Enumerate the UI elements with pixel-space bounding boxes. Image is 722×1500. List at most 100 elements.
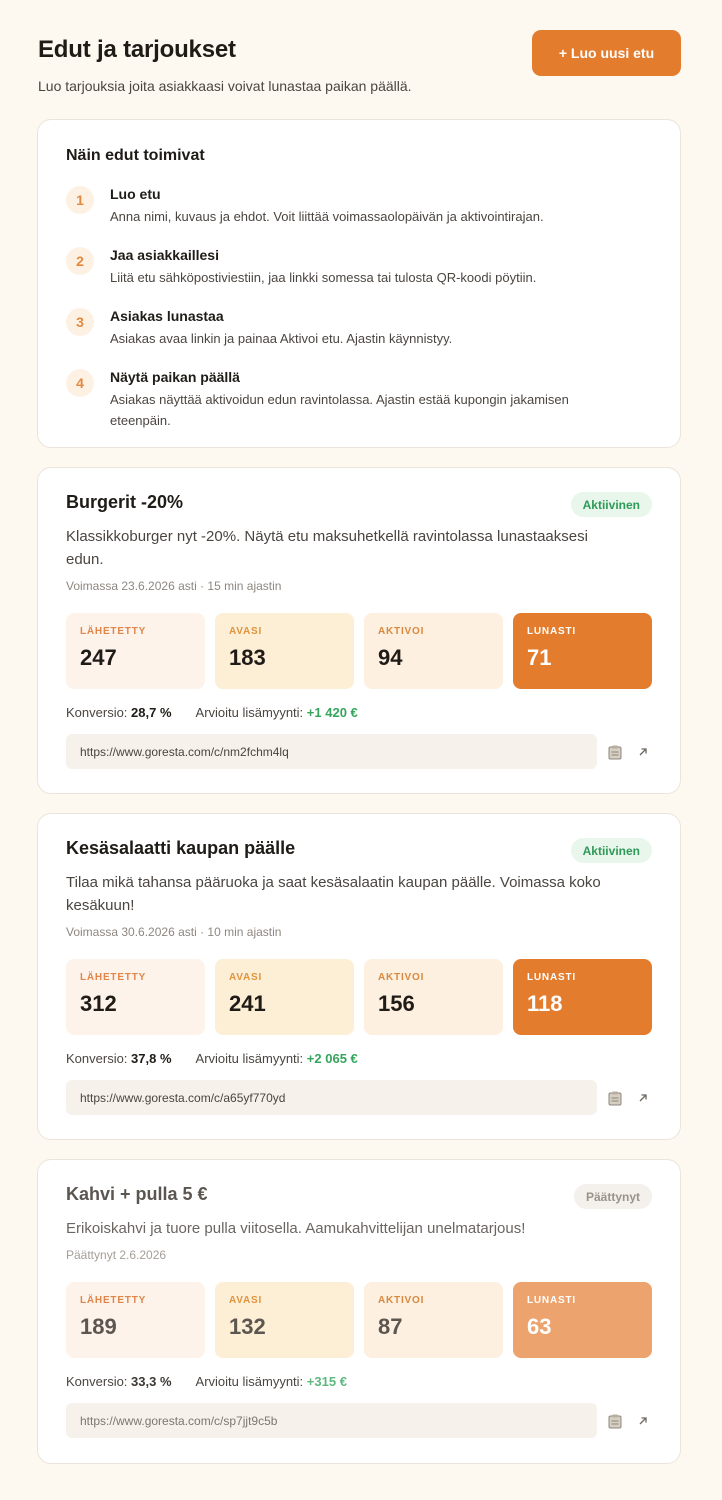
stat-label: AKTIVOI (378, 972, 425, 983)
how-it-works-title: Näin edut toimivat (66, 147, 205, 164)
stat-value: 183 (229, 645, 266, 670)
step-number: 2 (66, 247, 94, 275)
stat-redeemed: LUNASTI 71 (513, 613, 652, 689)
offer-link-field[interactable]: https://www.goresta.com/c/sp7jjt9c5b (66, 1403, 597, 1438)
offer-link-field[interactable]: https://www.goresta.com/c/nm2fchm4lq (66, 734, 597, 769)
stat-label: AKTIVOI (378, 1295, 425, 1306)
stat-label: LUNASTI (527, 972, 576, 983)
stat-sent: LÄHETETTY 312 (66, 959, 205, 1035)
offer-card: Kahvi + pulla 5 € Päättynyt Erikoiskahvi… (37, 1159, 681, 1464)
step-title: Jaa asiakkaillesi (110, 247, 219, 263)
offer-title: Kahvi + pulla 5 € (66, 1184, 208, 1204)
steps-list: 1 Luo etu Anna nimi, kuvaus ja ehdot. Vo… (66, 186, 652, 431)
stat-value: 247 (80, 645, 117, 670)
step-item: 1 Luo etu Anna nimi, kuvaus ja ehdot. Vo… (66, 186, 652, 227)
offer-link-row: https://www.goresta.com/c/nm2fchm4lq (66, 734, 652, 769)
offer-description: Klassikkoburger nyt -20%. Näytä etu maks… (66, 528, 588, 568)
stat-activated: AKTIVOI 156 (364, 959, 503, 1035)
offer-validity: Voimassa 30.6.2026 asti · 10 min ajastin (66, 925, 282, 939)
stat-value: 71 (527, 645, 552, 670)
offer-metrics: Konversio: 28,7 % Arvioitu lisämyynti: +… (66, 705, 652, 720)
offer-link-field[interactable]: https://www.goresta.com/c/a65yf770yd (66, 1080, 597, 1115)
stat-label: AKTIVOI (378, 626, 425, 637)
offer-metrics: Konversio: 37,8 % Arvioitu lisämyynti: +… (66, 1051, 652, 1066)
step-description: Anna nimi, kuvaus ja ehdot. Voit liittää… (110, 209, 544, 224)
stat-label: LUNASTI (527, 626, 576, 637)
offer-title: Kesäsalaatti kaupan päälle (66, 838, 296, 858)
page-subtitle: Luo tarjouksia joita asiakkaasi voivat l… (38, 78, 412, 94)
clipboard-icon[interactable] (607, 743, 625, 761)
offer-card: Kesäsalaatti kaupan päälle Aktiivinen Ti… (37, 813, 681, 1140)
stat-label: AVASI (229, 972, 263, 983)
page-header: Edut ja tarjoukset Luo tarjouksia joita … (38, 30, 681, 96)
offer-stats: LÄHETETTY 189 AVASI 132 AKTIVOI 87 LUNAS… (66, 1282, 652, 1358)
step-number: 3 (66, 308, 94, 336)
stat-label: LÄHETETTY (80, 972, 147, 983)
clipboard-icon[interactable] (607, 1089, 625, 1107)
external-link-icon[interactable] (634, 743, 652, 761)
step-title: Luo etu (110, 186, 161, 202)
uplift-metric: Arvioitu lisämyynti: +2 065 € (196, 1051, 358, 1066)
uplift-label: Arvioitu lisämyynti: (195, 705, 304, 720)
status-badge: Aktiivinen (570, 492, 652, 517)
offer-card: Burgerit -20% Aktiivinen Klassikkoburger… (37, 467, 681, 794)
stat-value: 156 (378, 991, 415, 1016)
step-item: 4 Näytä paikan päällä Asiakas näyttää ak… (66, 369, 652, 431)
step-item: 2 Jaa asiakkaillesi Liitä etu sähköposti… (66, 247, 652, 288)
uplift-label: Arvioitu lisämyynti: (195, 1374, 304, 1389)
offer-description: Tilaa mikä tahansa pääruoka ja saat kesä… (66, 874, 601, 914)
offer-link-row: https://www.goresta.com/c/a65yf770yd (66, 1080, 652, 1115)
stat-label: LUNASTI (527, 1295, 576, 1306)
stat-value: 241 (229, 991, 266, 1016)
stat-value: 87 (378, 1314, 403, 1339)
conversion-metric: Konversio: 33,3 % (66, 1374, 172, 1389)
stat-sent: LÄHETETTY 247 (66, 613, 205, 689)
stat-value: 118 (527, 991, 563, 1016)
conversion-value: 37,8 % (131, 1051, 172, 1066)
step-description: Asiakas näyttää aktivoidun edun ravintol… (110, 392, 569, 428)
step-title: Näytä paikan päällä (110, 369, 240, 385)
step-number: 1 (66, 186, 94, 214)
stat-value: 189 (80, 1314, 117, 1339)
conversion-label: Konversio: (66, 1051, 128, 1066)
external-link-icon[interactable] (634, 1412, 652, 1430)
stat-label: AVASI (229, 626, 263, 637)
stat-sent: LÄHETETTY 189 (66, 1282, 205, 1358)
uplift-value: +1 420 € (306, 705, 358, 720)
create-offer-button[interactable]: + Luo uusi etu (532, 30, 681, 76)
step-number: 4 (66, 369, 94, 397)
external-link-icon[interactable] (634, 1089, 652, 1107)
clipboard-icon[interactable] (607, 1412, 625, 1430)
stat-activated: AKTIVOI 87 (364, 1282, 503, 1358)
stat-value: 94 (378, 645, 403, 670)
stat-value: 63 (527, 1314, 552, 1339)
stat-label: LÄHETETTY (80, 626, 147, 637)
offer-stats: LÄHETETTY 312 AVASI 241 AKTIVOI 156 LUNA… (66, 959, 652, 1035)
offer-link-row: https://www.goresta.com/c/sp7jjt9c5b (66, 1403, 652, 1438)
step-item: 3 Asiakas lunastaa Asiakas avaa linkin j… (66, 308, 652, 349)
status-badge: Päättynyt (573, 1184, 652, 1209)
step-title: Asiakas lunastaa (110, 308, 224, 324)
offer-stats: LÄHETETTY 247 AVASI 183 AKTIVOI 94 LUNAS… (66, 613, 652, 689)
stat-label: LÄHETETTY (80, 1295, 147, 1306)
uplift-value: +315 € (306, 1374, 347, 1389)
stat-redeemed: LUNASTI 118 (513, 959, 652, 1035)
stat-opened: AVASI 132 (215, 1282, 354, 1358)
offer-validity: Päättynyt 2.6.2026 (66, 1248, 167, 1262)
conversion-label: Konversio: (66, 705, 128, 720)
step-description: Liitä etu sähköpostiviestiin, jaa linkki… (110, 270, 537, 285)
conversion-value: 33,3 % (131, 1374, 172, 1389)
conversion-metric: Konversio: 37,8 % (66, 1051, 172, 1066)
conversion-value: 28,7 % (131, 705, 172, 720)
stat-redeemed: LUNASTI 63 (513, 1282, 652, 1358)
stat-opened: AVASI 183 (215, 613, 354, 689)
how-it-works-card: Näin edut toimivat 1 Luo etu Anna nimi, … (37, 119, 681, 448)
offer-description: Erikoiskahvi ja tuore pulla viitosella. … (66, 1220, 526, 1237)
stat-label: AVASI (229, 1295, 263, 1306)
step-description: Asiakas avaa linkin ja painaa Aktivoi et… (110, 331, 453, 346)
stat-opened: AVASI 241 (215, 959, 354, 1035)
step-body: Jaa asiakkaillesi Liitä etu sähköpostivi… (110, 247, 536, 288)
offer-metrics: Konversio: 33,3 % Arvioitu lisämyynti: +… (66, 1374, 652, 1389)
status-badge: Aktiivinen (570, 838, 652, 863)
page-frame: Edut ja tarjoukset Luo tarjouksia joita … (0, 0, 722, 1500)
